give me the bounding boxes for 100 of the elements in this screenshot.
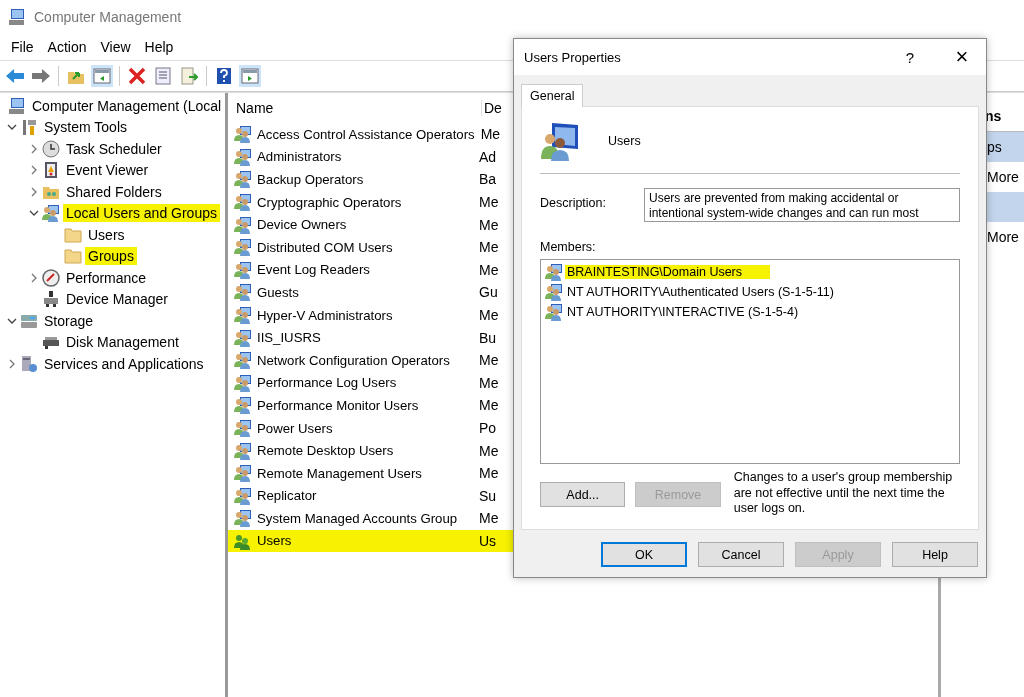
delete-icon[interactable] [126,65,148,87]
table-cell[interactable]: Replicator [228,486,475,505]
chevron-icon[interactable] [7,358,17,369]
members-label: Members: [540,240,597,254]
tree-item[interactable]: System Tools [41,118,130,137]
column-header[interactable]: De [481,100,502,116]
group-icon [234,441,252,460]
member-item[interactable]: NT AUTHORITY\Authenticated Users (S-1-5-11) [565,285,836,299]
menu-item[interactable]: Action [40,39,94,55]
menu-item[interactable]: Help [137,39,181,55]
tools-icon [20,118,38,137]
menu-item[interactable]: File [4,39,41,55]
group-icon [234,306,252,325]
table-cell-text: Me [479,126,501,143]
table-cell[interactable]: Network Configuration Operators [228,351,475,370]
column-header[interactable]: Name [228,100,481,116]
table-cell-text: Me [478,442,499,459]
member-button[interactable]: Add... [540,482,626,507]
tree-item[interactable]: Task Scheduler [63,139,165,158]
table-cell-text: Po [478,420,497,436]
clock-icon [42,139,60,158]
menu-item[interactable]: View [93,39,138,55]
tree-item[interactable]: Event Viewer [63,161,152,180]
group-icon [234,396,252,415]
table-cell[interactable]: Access Control Assistance Operators [228,125,477,144]
table-cell-text: Us [478,533,497,549]
table-cell-text: Me [478,261,499,278]
log-icon [42,161,60,180]
table-cell[interactable]: Hyper-V Administrators [228,306,475,325]
table-cell[interactable]: Remote Management Users [228,464,475,483]
tree-item[interactable]: Computer Management (Local [29,96,225,115]
chevron-icon[interactable] [29,186,39,197]
dialog-button[interactable]: Cancel [698,542,784,567]
tree-item[interactable]: Performance [63,268,150,287]
table-cell-text: Bu [478,329,497,346]
table-cell[interactable]: Distributed COM Users [228,238,475,257]
folder-icon [64,225,82,244]
table-cell[interactable]: Power Users [228,419,475,437]
group-icon [234,509,252,528]
group-icon [540,121,580,161]
table-cell-text: Gu [478,284,498,301]
group-icon [234,328,252,347]
group-icon [545,303,563,321]
tree-item[interactable]: Shared Folders [63,182,165,201]
group-icon [234,260,252,279]
table-cell-text: Me [478,216,499,233]
close-button[interactable]: × [946,44,978,70]
table-cell[interactable]: Cryptographic Operators [228,193,475,212]
table-cell-text: Me [478,374,499,391]
table-cell[interactable]: IIS_IUSRS [228,328,475,347]
table-cell[interactable]: Event Log Readers [228,260,475,279]
group-icon [234,125,252,144]
table-cell[interactable]: Performance Log Users [228,373,475,392]
tab[interactable]: General [521,84,584,107]
table-cell[interactable]: System Managed Accounts Group [228,509,475,528]
group-icon [234,238,252,257]
group-icon [234,170,252,189]
tree-item[interactable]: Storage [41,311,97,330]
members-list[interactable]: BRAINTESTING\Domain Users NT AUTHORITY\Authenticated Users (S-1-5-11) NT AUTHORITY\INTERACTIVE (S-1-5-4) [540,259,960,464]
description-label: Description: [540,195,607,212]
dialog-button[interactable]: OK [601,542,687,567]
tree-item[interactable]: Services and Applications [41,354,207,373]
group-icon [545,263,563,281]
member-item[interactable]: NT AUTHORITY\INTERACTIVE (S-1-5-4) [565,305,801,319]
table-cell[interactable]: Backup Operators [228,170,475,189]
properties-icon[interactable] [152,65,174,87]
table-cell[interactable]: Guests [228,283,475,302]
table-cell-text: Me [478,465,499,482]
table-cell-text: Me [478,352,499,369]
tree-item[interactable]: Local Users and Groups [63,204,220,223]
help-button[interactable]: ? [894,48,926,66]
pane-icon[interactable] [91,65,113,87]
table-cell[interactable]: Performance Monitor Users [228,396,475,415]
group-icon [234,283,252,302]
table-cell-text: Me [478,239,499,256]
tree-item[interactable]: Device Manager [63,290,171,309]
description-field[interactable]: Users are prevented from making accidental or intentional system-wide changes and can run most [644,188,960,222]
group-icon [234,464,252,483]
chevron-icon[interactable] [29,272,39,283]
action-pane-icon[interactable] [239,65,261,87]
group-icon [234,373,252,392]
table-cell[interactable]: Device Owners [228,215,475,234]
services-icon [20,354,38,373]
tree-item[interactable]: Disk Management [63,333,182,352]
dialog-button[interactable]: Help [892,542,978,567]
table-cell-text: Ad [478,148,497,165]
table-cell-text: Me [478,397,499,414]
chevron-icon[interactable] [29,143,39,154]
export-icon[interactable] [178,65,200,87]
chevron-icon[interactable] [29,165,39,176]
tree-item[interactable]: Users [85,225,128,244]
group-icon [234,486,252,505]
member-item[interactable]: BRAINTESTING\Domain Users [565,265,771,279]
tree-item[interactable]: Groups [85,247,137,266]
dialog-title: Users Properties [524,49,622,65]
device-icon [42,290,60,309]
table-cell[interactable]: Remote Desktop Users [228,441,475,460]
table-cell-text: Me [478,194,499,211]
table-cell-text: Ba [478,171,497,188]
table-cell[interactable]: Administrators [228,147,475,166]
